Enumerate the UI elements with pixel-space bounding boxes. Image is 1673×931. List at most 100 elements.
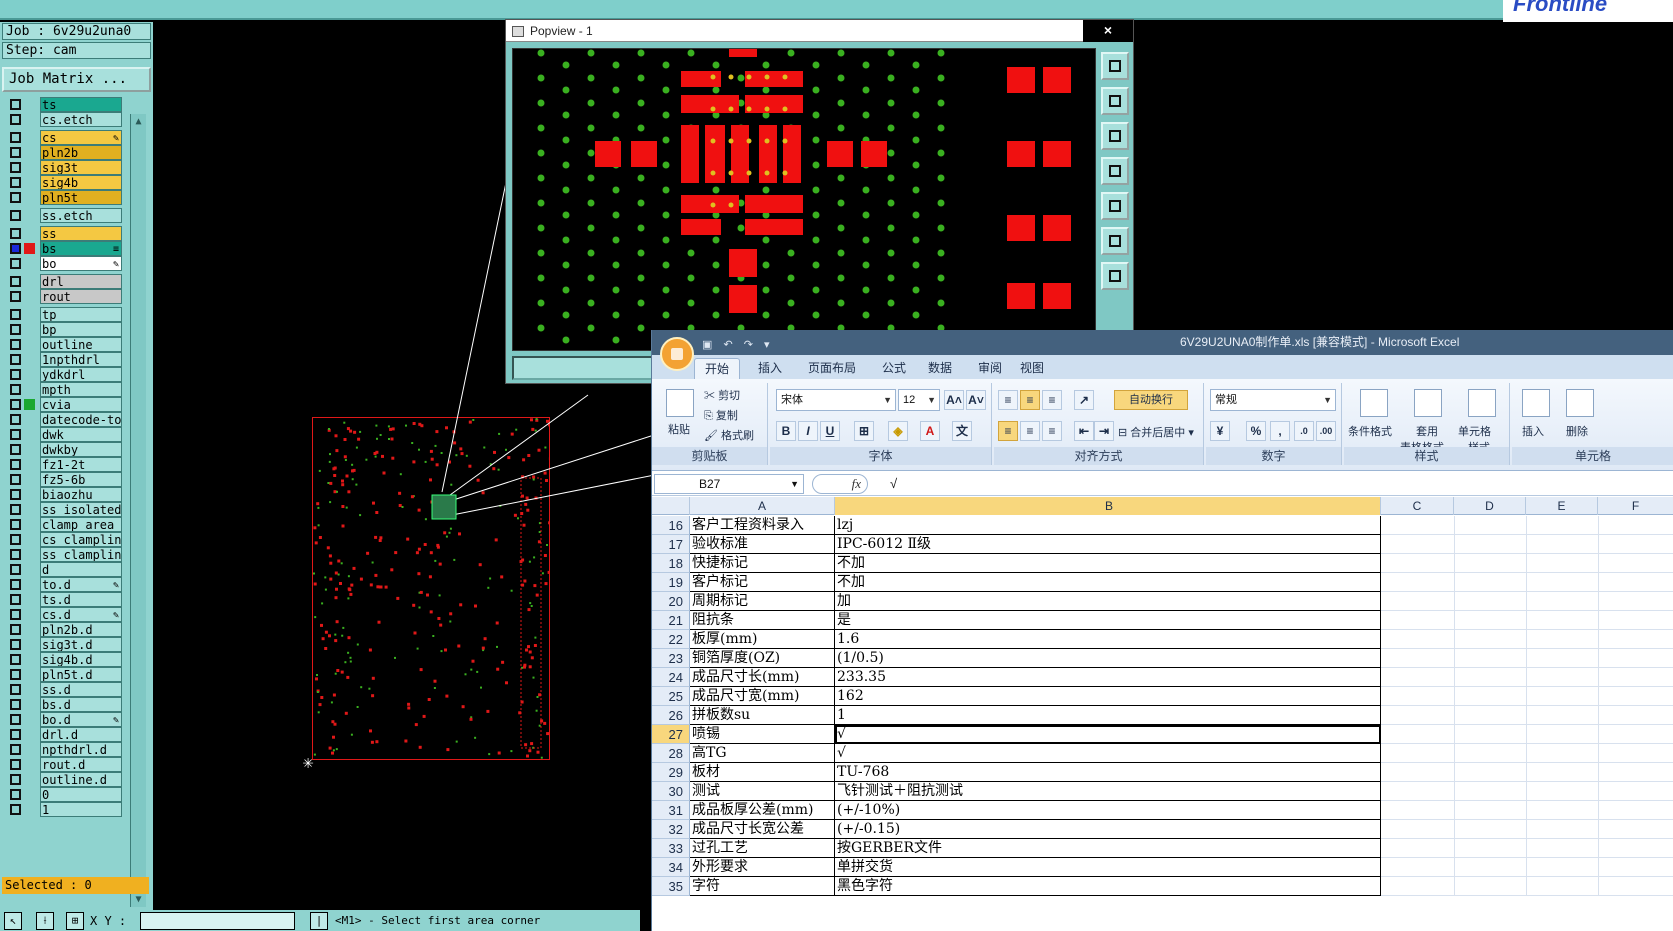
increase-decimal-icon[interactable]: .0 [1294,421,1314,441]
cell-b[interactable]: IPC-6012 Ⅱ级 [835,535,1381,554]
popview-title-bar[interactable]: Popview - 1 [506,20,1133,42]
insert-cells-icon[interactable] [1522,389,1550,417]
row-header[interactable]: 21 [652,611,690,630]
row-header[interactable]: 32 [652,820,690,839]
pan-up-icon[interactable] [1101,87,1129,115]
cell-a[interactable]: 快捷标记 [690,554,835,573]
grow-font-button[interactable]: A˄ [944,390,964,410]
cell-b[interactable]: 不加 [835,573,1381,592]
merge-center-button[interactable]: ⊟ 合并后居中 ▾ [1118,424,1194,440]
row-header[interactable]: 17 [652,535,690,554]
empty-cells[interactable] [1381,858,1673,877]
cell-a[interactable]: 阻抗条 [690,611,835,630]
cell-b[interactable]: lzj [835,516,1381,535]
empty-cells[interactable] [1381,573,1673,592]
font-name-select[interactable]: 宋体 ▼ [776,389,896,411]
column-header-b[interactable]: B [835,497,1381,515]
empty-cells[interactable] [1381,877,1673,896]
percent-button[interactable]: % [1246,421,1266,441]
align-top-icon[interactable]: ≡ [998,390,1018,410]
cell-b[interactable]: 飞针测试＋阻抗测试 [835,782,1381,801]
select-tool-icon[interactable]: ↖ [4,912,22,930]
cell-b[interactable]: (1/0.5) [835,649,1381,668]
cell-a[interactable]: 过孔工艺 [690,839,835,858]
cell-a[interactable]: 成品尺寸宽(mm) [690,687,835,706]
row-header[interactable]: 23 [652,649,690,668]
fill-color-icon[interactable]: ◈ [888,421,908,441]
cell-b[interactable]: (+/-0.15) [835,820,1381,839]
row-header[interactable]: 31 [652,801,690,820]
font-size-select[interactable]: 12 ▼ [898,389,940,411]
row-header[interactable]: 26 [652,706,690,725]
shrink-font-button[interactable]: A˅ [966,390,986,410]
popview-canvas[interactable] [512,48,1096,351]
row-header[interactable]: 16 [652,516,690,535]
tab-1[interactable]: 插入 [748,358,792,379]
empty-cells[interactable] [1381,592,1673,611]
pan-down-icon[interactable] [1101,122,1129,150]
cell-a[interactable]: 周期标记 [690,592,835,611]
conditional-format-button[interactable]: 条件格式 [1348,423,1392,439]
empty-cells[interactable] [1381,839,1673,858]
select-all-corner[interactable] [652,497,690,515]
empty-cells[interactable] [1381,706,1673,725]
bold-button[interactable]: B [776,421,796,441]
align-middle-icon[interactable]: ≡ [1020,390,1040,410]
cell-b[interactable]: 黑色字符 [835,877,1381,896]
cell-a[interactable]: 客户标记 [690,573,835,592]
number-format-select[interactable]: 常规 ▼ [1210,389,1336,411]
cell-b[interactable]: TU-768 [835,763,1381,782]
column-header-e[interactable]: E [1526,497,1598,515]
decrease-indent-icon[interactable]: ⇤ [1074,421,1094,441]
empty-cells[interactable] [1381,782,1673,801]
cell-b[interactable]: 1.6 [835,630,1381,649]
office-button-icon[interactable] [660,337,694,371]
align-right-icon[interactable]: ≡ [1042,421,1062,441]
increase-indent-icon[interactable]: ⇥ [1094,421,1114,441]
cell-b[interactable]: 162 [835,687,1381,706]
empty-cells[interactable] [1381,744,1673,763]
worksheet-grid[interactable]: ABCDEF 16 客户工程资料录入 lzj 17 验收标准 IPC-6012 Ⅱ级 18 快… [652,497,1673,931]
row-header[interactable]: 24 [652,668,690,687]
empty-cells[interactable] [1381,820,1673,839]
cell-a[interactable]: 板厚(mm) [690,630,835,649]
decrease-decimal-icon[interactable]: .00 [1316,421,1336,441]
align-left-icon[interactable]: ≡ [998,421,1018,441]
italic-button[interactable]: I [798,421,818,441]
row-header[interactable]: 22 [652,630,690,649]
excel-title-bar[interactable]: ▣ ↶ ↷ ▾ 6V29U2UNA0制作单.xls [兼容模式] - Micro… [652,330,1673,355]
empty-cells[interactable] [1381,801,1673,820]
zoom-out-icon[interactable] [1101,262,1129,290]
row-header[interactable]: 30 [652,782,690,801]
wrap-text-button[interactable]: 自动换行 [1114,390,1188,410]
delete-cells-icon[interactable] [1566,389,1594,417]
cell-a[interactable]: 拼板数su [690,706,835,725]
column-header-c[interactable]: C [1381,497,1454,515]
cell-a[interactable]: 板材 [690,763,835,782]
empty-cells[interactable] [1381,554,1673,573]
cell-b[interactable]: 是 [835,611,1381,630]
cell-a[interactable]: 喷锡 [690,725,835,744]
tab-5[interactable]: 审阅 [968,358,1012,379]
cell-a[interactable]: 客户工程资料录入 [690,516,835,535]
cell-a[interactable]: 字符 [690,877,835,896]
cell-a[interactable]: 测试 [690,782,835,801]
cell-a[interactable]: 成品板厚公差(mm) [690,801,835,820]
measure-tool-icon[interactable]: ⟊ [36,912,54,930]
tab-0[interactable]: 开始 [694,358,741,379]
cell-b[interactable]: √ [835,744,1381,763]
cell-a[interactable]: 成品尺寸长(mm) [690,668,835,687]
empty-cells[interactable] [1381,763,1673,782]
row-header[interactable]: 29 [652,763,690,782]
cell-a[interactable]: 成品尺寸长宽公差 [690,820,835,839]
cut-button[interactable]: ✂ 剪切 [704,387,740,403]
empty-cells[interactable] [1381,611,1673,630]
empty-cells[interactable] [1381,668,1673,687]
cell-b[interactable]: 233.35 [835,668,1381,687]
currency-icon[interactable]: ¥ [1210,421,1230,441]
cell-b[interactable]: 不加 [835,554,1381,573]
empty-cells[interactable] [1381,516,1673,535]
cell-b[interactable]: 1 [835,706,1381,725]
zoom-fit-icon[interactable] [1101,52,1129,80]
zoom-in-icon[interactable] [1101,227,1129,255]
